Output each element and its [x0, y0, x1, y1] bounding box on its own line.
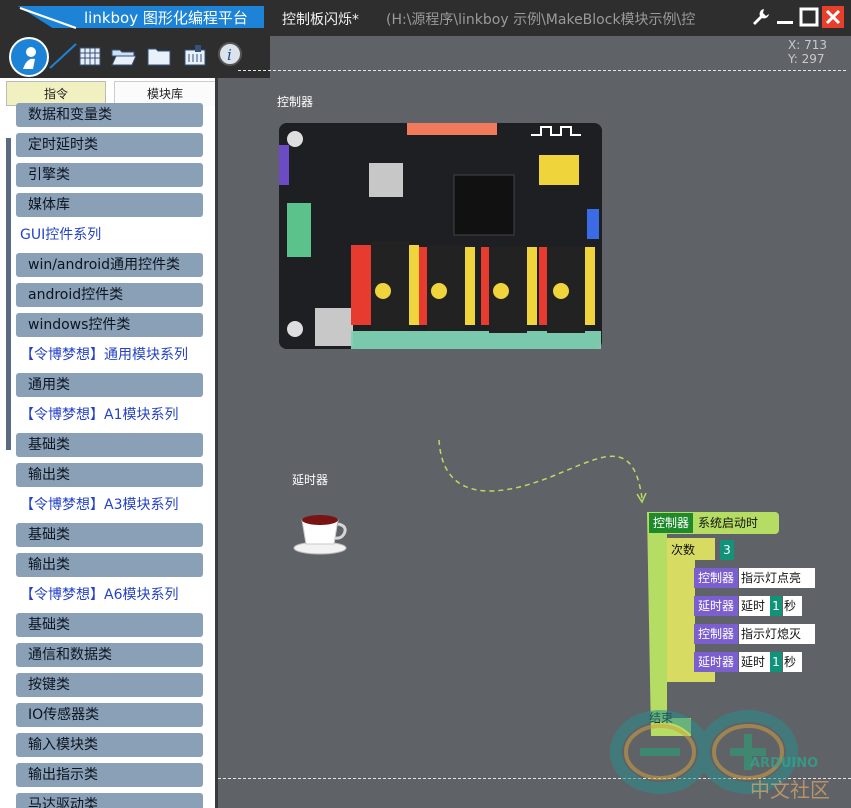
- workspace-canvas[interactable]: 控制器 延时器 控制器 系统启动时 次数 3 控制器 指示灯点亮 延时器 延时 …: [218, 70, 851, 808]
- title-stripe-icon: [19, 7, 77, 29]
- loop-count[interactable]: 3: [720, 540, 734, 560]
- list-item[interactable]: 输入模块类: [16, 733, 203, 757]
- connection-curve: [438, 439, 647, 504]
- folder-icon[interactable]: [147, 44, 171, 68]
- module-icon[interactable]: [183, 44, 207, 68]
- list-item[interactable]: 数据和变量类: [16, 103, 203, 127]
- list-item[interactable]: windows控件类: [16, 313, 203, 337]
- list-item[interactable]: 定时延时类: [16, 133, 203, 157]
- statement-text: 指示灯熄灭: [739, 624, 815, 644]
- svg-text:i: i: [227, 46, 232, 64]
- title-bar: linkboy 图形化编程平台 控制板闪烁* (H:\源程序\linkboy 示…: [0, 0, 851, 36]
- list-item[interactable]: 马达驱动类: [16, 793, 203, 808]
- statement-value[interactable]: 1: [770, 596, 782, 616]
- list-item[interactable]: 媒体库: [16, 193, 203, 217]
- group-header[interactable]: 【令博梦想】A3模块系列: [20, 493, 178, 517]
- list-item[interactable]: 基础类: [16, 523, 203, 547]
- list-item[interactable]: IO传感器类: [16, 703, 203, 727]
- list-item[interactable]: android控件类: [16, 283, 203, 307]
- watermark-line2: 中文社区: [750, 778, 830, 802]
- controller-label: 控制器: [277, 95, 314, 109]
- document-title: 控制板闪烁*: [282, 12, 359, 28]
- group-header[interactable]: 【令博梦想】A6模块系列: [20, 583, 178, 607]
- list-item[interactable]: 基础类: [16, 433, 203, 457]
- module-library-panel: 指令 模块库 数据和变量类 定时延时类 引擎类 媒体库 GUI控件系列 win/…: [0, 78, 218, 808]
- timer-label: 延时器: [292, 473, 329, 487]
- group-header[interactable]: 【令博梦想】通用模块系列: [20, 343, 188, 367]
- statement-text: 延时: [739, 652, 771, 672]
- statement-tag[interactable]: 延时器: [694, 596, 739, 616]
- logo-icon[interactable]: [9, 37, 49, 77]
- statement-value[interactable]: 1: [770, 652, 782, 672]
- event-tag[interactable]: 控制器: [649, 513, 694, 533]
- statement-tag[interactable]: 控制器: [694, 568, 739, 588]
- statement-unit: 秒: [783, 596, 802, 616]
- statement-unit: 秒: [783, 652, 802, 672]
- coord-y: Y: 297: [788, 52, 825, 66]
- list-item[interactable]: 输出指示类: [16, 763, 203, 787]
- maximize-button[interactable]: [798, 6, 820, 28]
- list-item[interactable]: 按键类: [16, 673, 203, 697]
- watermark: ARDUINO 中文社区: [600, 702, 850, 808]
- list-item[interactable]: 基础类: [16, 613, 203, 637]
- list-item[interactable]: 输出类: [16, 463, 203, 487]
- group-header[interactable]: 【令博梦想】A1模块系列: [20, 403, 178, 427]
- app-title: linkboy 图形化编程平台: [84, 9, 248, 27]
- app-window: linkboy 图形化编程平台 控制板闪烁* (H:\源程序\linkboy 示…: [0, 0, 851, 808]
- document-path: (H:\源程序\linkboy 示例\MakeBlock模块示例\控: [386, 12, 696, 28]
- minimize-button[interactable]: [774, 6, 796, 28]
- timer-cup-icon[interactable]: [292, 510, 352, 560]
- list-item[interactable]: 通信和数据类: [16, 643, 203, 667]
- statement-tag[interactable]: 延时器: [694, 652, 739, 672]
- top-boundary-line: [238, 70, 846, 71]
- list-item[interactable]: 输出类: [16, 553, 203, 577]
- close-button[interactable]: [822, 6, 844, 28]
- list-item[interactable]: win/android通用控件类: [16, 253, 203, 277]
- grid-icon[interactable]: [78, 44, 102, 68]
- open-folder-icon[interactable]: [111, 44, 137, 68]
- coord-x: X: 713: [788, 38, 827, 52]
- statement-text: 延时: [739, 596, 771, 616]
- list-item[interactable]: 通用类: [16, 373, 203, 397]
- event-text: 系统启动时: [698, 516, 759, 530]
- statement-text: 指示灯点亮: [739, 568, 815, 588]
- watermark-line1: ARDUINO: [750, 756, 819, 771]
- wrench-icon[interactable]: [750, 6, 772, 28]
- list-item[interactable]: 引擎类: [16, 163, 203, 187]
- loop-label: 次数: [671, 543, 696, 557]
- scrollbar-thumb[interactable]: [6, 138, 11, 450]
- statement-tag[interactable]: 控制器: [694, 624, 739, 644]
- controller-board-image[interactable]: [273, 123, 602, 371]
- info-icon[interactable]: i: [216, 41, 244, 69]
- group-header[interactable]: GUI控件系列: [20, 223, 101, 247]
- cursor-coordinates: X: 713 Y: 297: [788, 38, 827, 66]
- logo-slash-icon: [49, 43, 77, 69]
